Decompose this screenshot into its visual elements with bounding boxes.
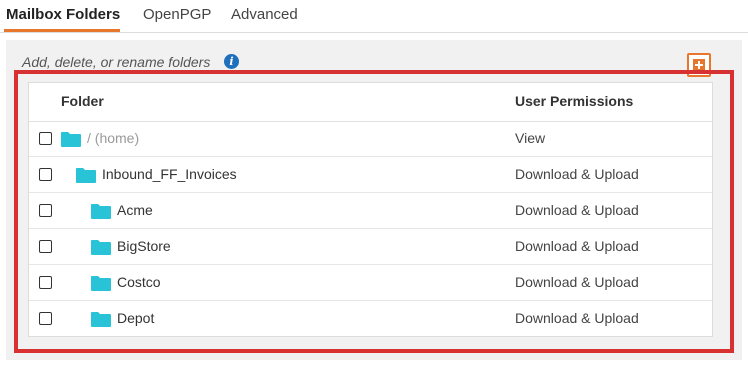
info-icon[interactable]: i	[224, 54, 239, 69]
tab-bar: Mailbox Folders OpenPGP Advanced	[0, 0, 748, 33]
active-tab-indicator	[4, 29, 120, 32]
tab-mailbox-folders[interactable]: Mailbox Folders	[6, 6, 120, 23]
folder-icon	[61, 132, 81, 147]
table-row[interactable]: Costco Download & Upload	[29, 265, 712, 301]
folder-name[interactable]: / (home)	[87, 130, 139, 146]
row-checkbox[interactable]	[39, 312, 52, 325]
row-checkbox[interactable]	[39, 276, 52, 289]
folder-icon	[91, 204, 111, 219]
folder-permission: Download & Upload	[515, 166, 639, 182]
folder-icon	[91, 240, 111, 255]
row-checkbox[interactable]	[39, 168, 52, 181]
folders-table: Folder User Permissions / (home) View Inbo…	[28, 82, 713, 337]
folder-icon	[91, 312, 111, 327]
panel-subtitle: Add, delete, or rename folders	[22, 54, 211, 70]
folder-icon	[76, 168, 96, 183]
folder-permission: Download & Upload	[515, 310, 639, 326]
folder-name[interactable]: Costco	[117, 274, 161, 290]
folder-name[interactable]: Depot	[117, 310, 154, 326]
tab-openpgp[interactable]: OpenPGP	[143, 6, 211, 23]
row-checkbox[interactable]	[39, 204, 52, 217]
folder-permission: Download & Upload	[515, 274, 639, 290]
folder-permission: Download & Upload	[515, 238, 639, 254]
table-header: Folder User Permissions	[29, 83, 712, 122]
folder-name[interactable]: Inbound_FF_Invoices	[102, 166, 237, 182]
table-row[interactable]: Depot Download & Upload	[29, 301, 712, 337]
table-row[interactable]: Inbound_FF_Invoices Download & Upload	[29, 157, 712, 193]
folder-name[interactable]: BigStore	[117, 238, 171, 254]
folder-permission: View	[515, 130, 546, 146]
permissions-column-header: User Permissions	[515, 93, 634, 109]
folder-permission: Download & Upload	[515, 202, 639, 218]
table-row[interactable]: / (home) View	[29, 121, 712, 157]
folder-column-header: Folder	[61, 93, 104, 109]
folder-icon	[91, 276, 111, 291]
row-checkbox[interactable]	[39, 132, 52, 145]
row-checkbox[interactable]	[39, 240, 52, 253]
table-row[interactable]: Acme Download & Upload	[29, 193, 712, 229]
folder-name[interactable]: Acme	[117, 202, 153, 218]
table-row[interactable]: BigStore Download & Upload	[29, 229, 712, 265]
tab-advanced[interactable]: Advanced	[231, 6, 298, 23]
